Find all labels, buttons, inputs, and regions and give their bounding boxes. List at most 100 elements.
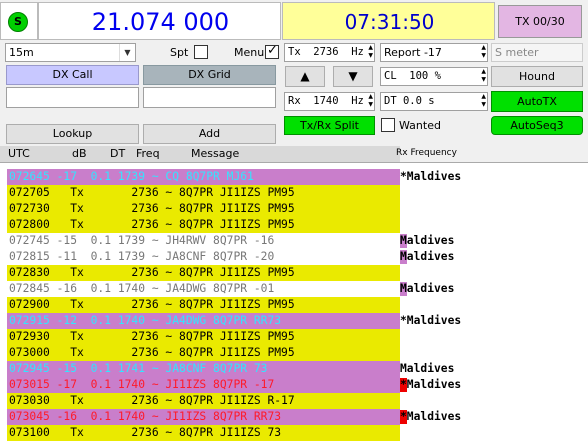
add-label: Add	[198, 127, 221, 140]
log-row-message: 072815 -11 0.1 1739 ~ JA8CNF 8Q7PR -20	[9, 250, 275, 263]
rx-frequency-spinbox[interactable]: Rx 1740 Hz ▲ ▼	[284, 92, 375, 111]
log-row[interactable]: 073100 Tx 2736 ~ 8Q7PR JI1IZS 73	[7, 425, 487, 441]
log-row[interactable]: 073015 -17 0.1 1740 ~ JI1IZS 8Q7PR -17 *M…	[7, 377, 487, 393]
rx-frequency-value: Rx 1740 Hz	[288, 95, 364, 107]
tx-counter-button[interactable]: TX 00/30	[498, 5, 582, 38]
dt-value: DT 0.0 s	[384, 95, 435, 107]
col-freq: Freq	[136, 147, 160, 160]
dx-grid-header: DX Grid	[143, 65, 276, 85]
band-value: 15m	[9, 46, 34, 59]
log-row-message: 073015 -17 0.1 1740 ~ JI1IZS 8Q7PR -17	[9, 378, 275, 391]
col-db: dB	[72, 147, 87, 160]
log-row[interactable]: 072915 -12 0.1 1740 ~ JA4DWG 8Q7PR RR73 *…	[7, 313, 487, 329]
spinner-icon[interactable]: ▲ ▼	[481, 93, 486, 109]
log-row[interactable]: 072745 -15 0.1 1739 ~ JH4RWV 8Q7PR -16 Ma…	[7, 233, 487, 249]
log-row[interactable]: 072830 Tx 2736 ~ 8Q7PR JI1IZS PM95	[7, 265, 487, 281]
up-arrow-icon: ▲	[300, 69, 310, 83]
autoseq-label: AutoSeq3	[510, 119, 564, 132]
spinner-icon[interactable]: ▲ ▼	[481, 68, 486, 84]
log-row[interactable]: 073045 -16 0.1 1740 ~ JI1IZS 8Q7PR RR73 *…	[7, 409, 487, 425]
add-button[interactable]: Add	[143, 124, 276, 144]
lookup-button[interactable]: Lookup	[6, 124, 139, 144]
log-row[interactable]: 072945 -15 0.1 1741 ~ JA8CNF 8Q7PR 73 Mal…	[7, 361, 487, 377]
log-row[interactable]: 072730 Tx 2736 ~ 8Q7PR JI1IZS PM95	[7, 201, 487, 217]
log-row[interactable]: 073030 Tx 2736 ~ 8Q7PR JI1IZS R-17	[7, 393, 487, 409]
log-row-message: 072845 -16 0.1 1740 ~ JA4DWG 8Q7PR -01	[9, 282, 275, 295]
spinner-icon[interactable]: ▲ ▼	[481, 44, 486, 60]
cl-value: CL 100 %	[384, 70, 441, 82]
spinner-icon[interactable]: ▲ ▼	[368, 93, 373, 109]
wanted-checkbox[interactable]	[381, 118, 395, 132]
dx-grid-label: DX Grid	[188, 68, 231, 81]
s-meter-label-box: S meter	[491, 43, 583, 62]
autoseq-button[interactable]: AutoSeq3	[491, 116, 583, 135]
log-row[interactable]: 072900 Tx 2736 ~ 8Q7PR JI1IZS PM95	[7, 297, 487, 313]
log-row-country: Maldives	[400, 282, 455, 295]
log-row[interactable]: 072815 -11 0.1 1739 ~ JA8CNF 8Q7PR -20 Ma…	[7, 249, 487, 265]
log-row-country: *Maldives	[400, 410, 462, 423]
menu-checkbox[interactable]: ✓	[265, 43, 279, 59]
log-row-message: 072745 -15 0.1 1739 ~ JH4RWV 8Q7PR -16	[9, 234, 275, 247]
status-indicator: S	[0, 2, 38, 40]
autotx-label: AutoTX	[517, 95, 557, 108]
log-row-message: 073000 Tx 2736 ~ 8Q7PR JI1IZS PM95	[9, 346, 295, 359]
log-row[interactable]: 072705 Tx 2736 ~ 8Q7PR JI1IZS PM95	[7, 185, 487, 201]
cl-spinbox[interactable]: CL 100 % ▲ ▼	[380, 67, 488, 86]
log-row-message: 072930 Tx 2736 ~ 8Q7PR JI1IZS PM95	[9, 330, 295, 343]
wanted-label: Wanted	[399, 119, 441, 132]
log-row-country: *Maldives	[400, 378, 462, 391]
log-row-message: 072800 Tx 2736 ~ 8Q7PR JI1IZS PM95	[9, 218, 295, 231]
rx-frequency-header: Rx Frequency	[396, 148, 457, 158]
chevron-down-icon[interactable]: ▼	[119, 44, 135, 61]
tx-frequency-spinbox[interactable]: Tx 2736 Hz ▲ ▼	[284, 43, 375, 62]
log-row[interactable]: 072845 -16 0.1 1740 ~ JA4DWG 8Q7PR -01 Ma…	[7, 281, 487, 297]
log-row-country: Maldives	[400, 234, 455, 247]
report-value: Report -17	[384, 46, 442, 59]
dial-frequency: 21.074 000	[91, 8, 230, 36]
utc-clock: 07:31:50	[344, 10, 435, 34]
hound-button[interactable]: Hound	[491, 66, 583, 87]
frequency-display: 21.074 000	[38, 2, 281, 40]
log-row-message: 072830 Tx 2736 ~ 8Q7PR JI1IZS PM95	[9, 266, 295, 279]
col-utc: UTC	[8, 147, 30, 160]
clock-display: 07:31:50	[282, 2, 495, 40]
spinner-icon[interactable]: ▲ ▼	[368, 44, 373, 60]
tx-rx-split-button[interactable]: Tx/Rx Split	[284, 116, 375, 135]
log-header: UTC dB DT Freq Message	[0, 146, 400, 162]
s-meter-label: S meter	[495, 46, 539, 59]
spt-checkbox[interactable]	[194, 45, 208, 59]
tx-counter-label: TX 00/30	[515, 15, 565, 28]
freq-up-button[interactable]: ▲	[285, 66, 325, 87]
log-row[interactable]: 072645 -17 0.1 1739 ~ CQ 8Q7PR MJ61 *Mald…	[7, 169, 487, 185]
status-badge: S	[8, 12, 28, 32]
band-activity-log[interactable]: 072645 -17 0.1 1739 ~ CQ 8Q7PR MJ61 *Mald…	[0, 162, 588, 443]
dx-call-input[interactable]	[6, 87, 139, 108]
dx-call-label: DX Call	[52, 68, 93, 81]
log-row[interactable]: 072930 Tx 2736 ~ 8Q7PR JI1IZS PM95	[7, 329, 487, 345]
col-dt: DT	[110, 147, 126, 160]
log-row-message: 072915 -12 0.1 1740 ~ JA4DWG 8Q7PR RR73	[9, 314, 282, 327]
dt-spinbox[interactable]: DT 0.0 s ▲ ▼	[380, 92, 488, 111]
freq-down-button[interactable]: ▼	[333, 66, 373, 87]
log-row-message: 072945 -15 0.1 1741 ~ JA8CNF 8Q7PR 73	[9, 362, 268, 375]
spt-label: Spt	[170, 46, 189, 59]
log-row[interactable]: 073000 Tx 2736 ~ 8Q7PR JI1IZS PM95	[7, 345, 487, 361]
log-row-message: 072705 Tx 2736 ~ 8Q7PR JI1IZS PM95	[9, 186, 295, 199]
log-row-country: Maldives	[400, 362, 455, 375]
log-row-message: 073100 Tx 2736 ~ 8Q7PR JI1IZS 73	[9, 426, 282, 439]
log-row-message: 072900 Tx 2736 ~ 8Q7PR JI1IZS PM95	[9, 298, 295, 311]
checkmark-icon: ✓	[267, 43, 278, 58]
report-spinbox[interactable]: Report -17 ▲ ▼	[380, 43, 488, 62]
menu-label: Menu	[234, 46, 265, 59]
log-row-country: *Maldives	[400, 170, 462, 183]
autotx-button[interactable]: AutoTX	[491, 91, 583, 112]
lookup-label: Lookup	[52, 127, 93, 140]
band-select[interactable]: 15m ▼	[5, 43, 136, 62]
log-row-message: 073045 -16 0.1 1740 ~ JI1IZS 8Q7PR RR73	[9, 410, 282, 423]
tx-frequency-value: Tx 2736 Hz	[288, 46, 364, 58]
log-row-country: *Maldives	[400, 314, 462, 327]
log-row[interactable]: 072800 Tx 2736 ~ 8Q7PR JI1IZS PM95	[7, 217, 487, 233]
log-row-message: 072730 Tx 2736 ~ 8Q7PR JI1IZS PM95	[9, 202, 295, 215]
dx-call-header: DX Call	[6, 65, 139, 85]
dx-grid-input[interactable]	[143, 87, 276, 108]
